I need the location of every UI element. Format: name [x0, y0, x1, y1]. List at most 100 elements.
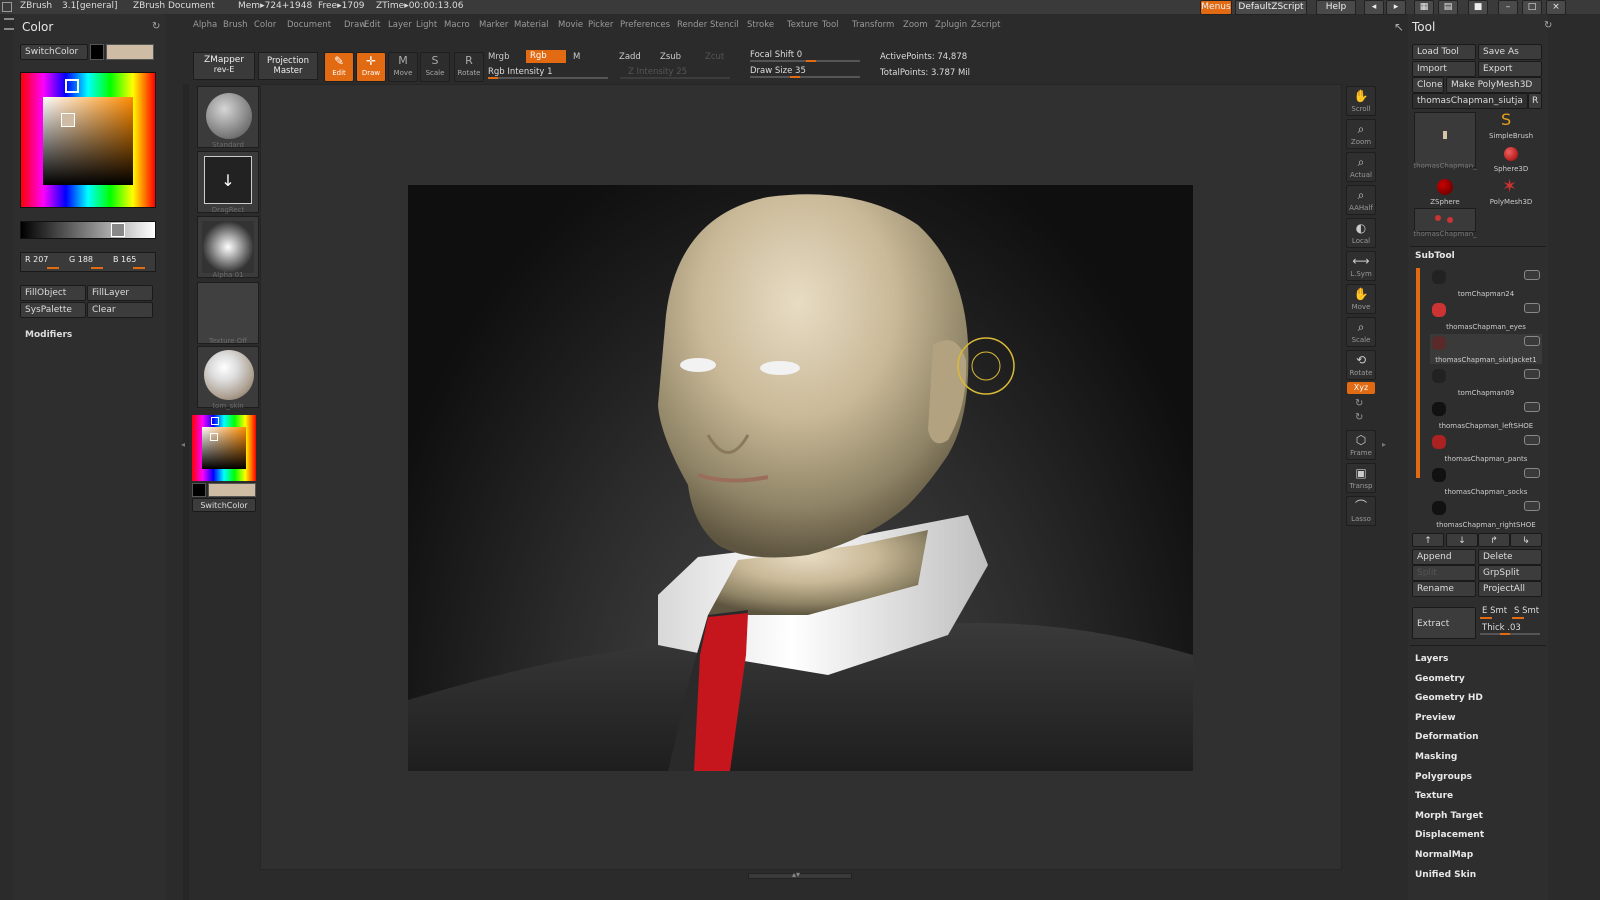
zsphere-icon[interactable] [1437, 179, 1453, 195]
subtool-item[interactable]: thomasChapman_eyes [1430, 301, 1542, 331]
subtool-item[interactable]: thomasChapman_siutjacket1 [1430, 334, 1542, 364]
help-button[interactable]: Help [1316, 0, 1356, 15]
menu-zoom[interactable]: Zoom [903, 20, 928, 30]
default-zscript-button[interactable]: DefaultZScript [1235, 0, 1307, 15]
mini-color-picker[interactable] [192, 415, 256, 481]
tool-menu-layers[interactable]: Layers [1415, 654, 1448, 664]
maximize-icon[interactable]: □ [1522, 0, 1542, 15]
z-intensity-track[interactable] [620, 77, 730, 79]
export-button[interactable]: Export [1478, 61, 1542, 77]
document-viewport[interactable] [408, 185, 1193, 771]
import-button[interactable]: Import [1412, 61, 1476, 77]
canvas-collapse-icon[interactable]: ▴▾ [792, 870, 800, 879]
mini-switch-color-button[interactable]: SwitchColor [192, 498, 256, 512]
menu-marker[interactable]: Marker [479, 20, 508, 30]
menu-brush[interactable]: Brush [223, 20, 248, 30]
color-handle[interactable] [61, 113, 75, 127]
visibility-eye-icon[interactable] [1524, 369, 1540, 379]
focal-shift-knob[interactable] [806, 60, 816, 62]
stroke-dragrect-thumb[interactable]: ↓ [197, 151, 259, 213]
menu-stencil[interactable]: Stencil [710, 20, 739, 30]
projectall-button[interactable]: ProjectAll [1478, 581, 1542, 597]
draw-size-slider[interactable]: Draw Size 35 [750, 66, 806, 76]
visibility-eye-icon[interactable] [1524, 270, 1540, 280]
secondary-color-swatch[interactable] [90, 44, 104, 60]
lock-icon[interactable]: ■ [1468, 0, 1488, 15]
rotation-axis-icon[interactable]: ↻ [1355, 398, 1363, 409]
tool-panel-refresh-icon[interactable]: ↻ [1544, 20, 1552, 31]
focal-shift-slider[interactable]: Focal Shift 0 [750, 50, 802, 60]
thick-slider[interactable]: Thick .03 [1482, 623, 1521, 633]
subtool-title[interactable]: SubTool [1415, 251, 1455, 261]
subtool-scrollbar[interactable] [1416, 268, 1420, 478]
tool-menu-polygroups[interactable]: Polygroups [1415, 772, 1472, 782]
tool-menu-unified-skin[interactable]: Unified Skin [1415, 870, 1476, 880]
draw-button[interactable]: ✛ Draw [356, 52, 386, 82]
rotation-axis-icon[interactable]: ↻ [1355, 412, 1363, 423]
draw-size-track[interactable] [750, 76, 860, 78]
fill-layer-button[interactable]: FillLayer [87, 285, 153, 301]
menu-document[interactable]: Document [287, 20, 331, 30]
clone-button[interactable]: Clone [1412, 77, 1444, 93]
menu-render[interactable]: Render [677, 20, 707, 30]
make-polymesh-button[interactable]: Make PolyMesh3D [1446, 77, 1542, 93]
tool-menu-normalmap[interactable]: NormalMap [1415, 850, 1473, 860]
s-smt-toggle[interactable]: S Smt [1514, 606, 1539, 616]
zmapper-button[interactable]: ZMapper rev-E [193, 52, 255, 80]
mini-saturation-square[interactable] [202, 427, 246, 469]
subtool-down-icon[interactable]: ↓ [1446, 533, 1478, 547]
nav-right-icon[interactable]: ▸ [1386, 0, 1406, 15]
model-render[interactable] [408, 185, 1193, 771]
hue-handle[interactable] [65, 79, 79, 93]
move-button[interactable]: M Move [388, 52, 418, 82]
tool-menu-texture[interactable]: Texture [1415, 791, 1453, 801]
visibility-eye-icon[interactable] [1524, 303, 1540, 313]
menus-button[interactable]: Menus [1200, 0, 1232, 15]
extract-button[interactable]: Extract [1412, 607, 1476, 639]
current-tool-name[interactable]: thomasChapman_siutja [1412, 93, 1528, 109]
shelf-scroll-button[interactable]: ✋ Scroll [1346, 86, 1376, 116]
z-intensity-slider[interactable]: Z Intensity 25 [628, 67, 687, 77]
menu-macro[interactable]: Macro [444, 20, 470, 30]
append-button[interactable]: Append [1412, 549, 1476, 565]
shelf-zoom-button[interactable]: ⌕ Zoom [1346, 119, 1376, 149]
tool-thumb-current[interactable] [1414, 112, 1476, 168]
right-shelf-collapse-icon[interactable]: ▸ [1382, 440, 1386, 449]
menu-preferences[interactable]: Preferences [620, 20, 670, 30]
projection-master-button[interactable]: Projection Master [258, 52, 318, 80]
color-picker[interactable] [20, 72, 156, 208]
subtool-insert-icon[interactable]: ↳ [1510, 533, 1542, 547]
blue-value[interactable]: B 165 [113, 255, 136, 264]
save-as-button[interactable]: Save As [1478, 44, 1542, 60]
rgb-intensity-slider[interactable]: Rgb Intensity 1 [488, 67, 553, 77]
minimize-icon[interactable]: – [1498, 0, 1518, 15]
value-slider[interactable] [20, 221, 156, 239]
subtool-item[interactable]: tomChapman09 [1430, 367, 1542, 397]
shelf-frame-button[interactable]: ⬡ Frame [1346, 430, 1376, 460]
alpha-thumb[interactable] [197, 216, 259, 278]
shelf-rotate-button[interactable]: ⟲ Rotate [1346, 350, 1376, 380]
red-value[interactable]: R 207 [25, 255, 48, 264]
saturation-square[interactable] [43, 97, 133, 185]
subtool-item[interactable]: thomasChapman_socks [1430, 466, 1542, 496]
menu-texture[interactable]: Texture [787, 20, 818, 30]
mrgb-toggle[interactable]: Mrgb [488, 52, 509, 62]
e-smt-toggle[interactable]: E Smt [1482, 606, 1507, 616]
switch-color-button[interactable]: SwitchColor [20, 44, 88, 60]
mini-primary-swatch[interactable] [208, 483, 256, 497]
texture-thumb[interactable] [197, 282, 259, 344]
layout-icon[interactable]: ▦ [1414, 0, 1434, 15]
zcut-toggle[interactable]: Zcut [705, 52, 724, 62]
panel-grip-icon[interactable] [4, 18, 14, 30]
green-value[interactable]: G 188 [69, 255, 93, 264]
menu-layer[interactable]: Layer [388, 20, 412, 30]
subtool-item[interactable]: thomasChapman_rightSHOE [1430, 499, 1542, 529]
tool-menu-geometry[interactable]: Geometry [1415, 674, 1465, 684]
menu-movie[interactable]: Movie [558, 20, 583, 30]
menu-draw[interactable]: Draw [344, 20, 366, 30]
simplebrush-icon[interactable]: S [1501, 110, 1511, 129]
menu-picker[interactable]: Picker [588, 20, 613, 30]
material-thumb[interactable] [197, 346, 259, 408]
tool-menu-deformation[interactable]: Deformation [1415, 732, 1479, 742]
menu-tool[interactable]: Tool [822, 20, 839, 30]
